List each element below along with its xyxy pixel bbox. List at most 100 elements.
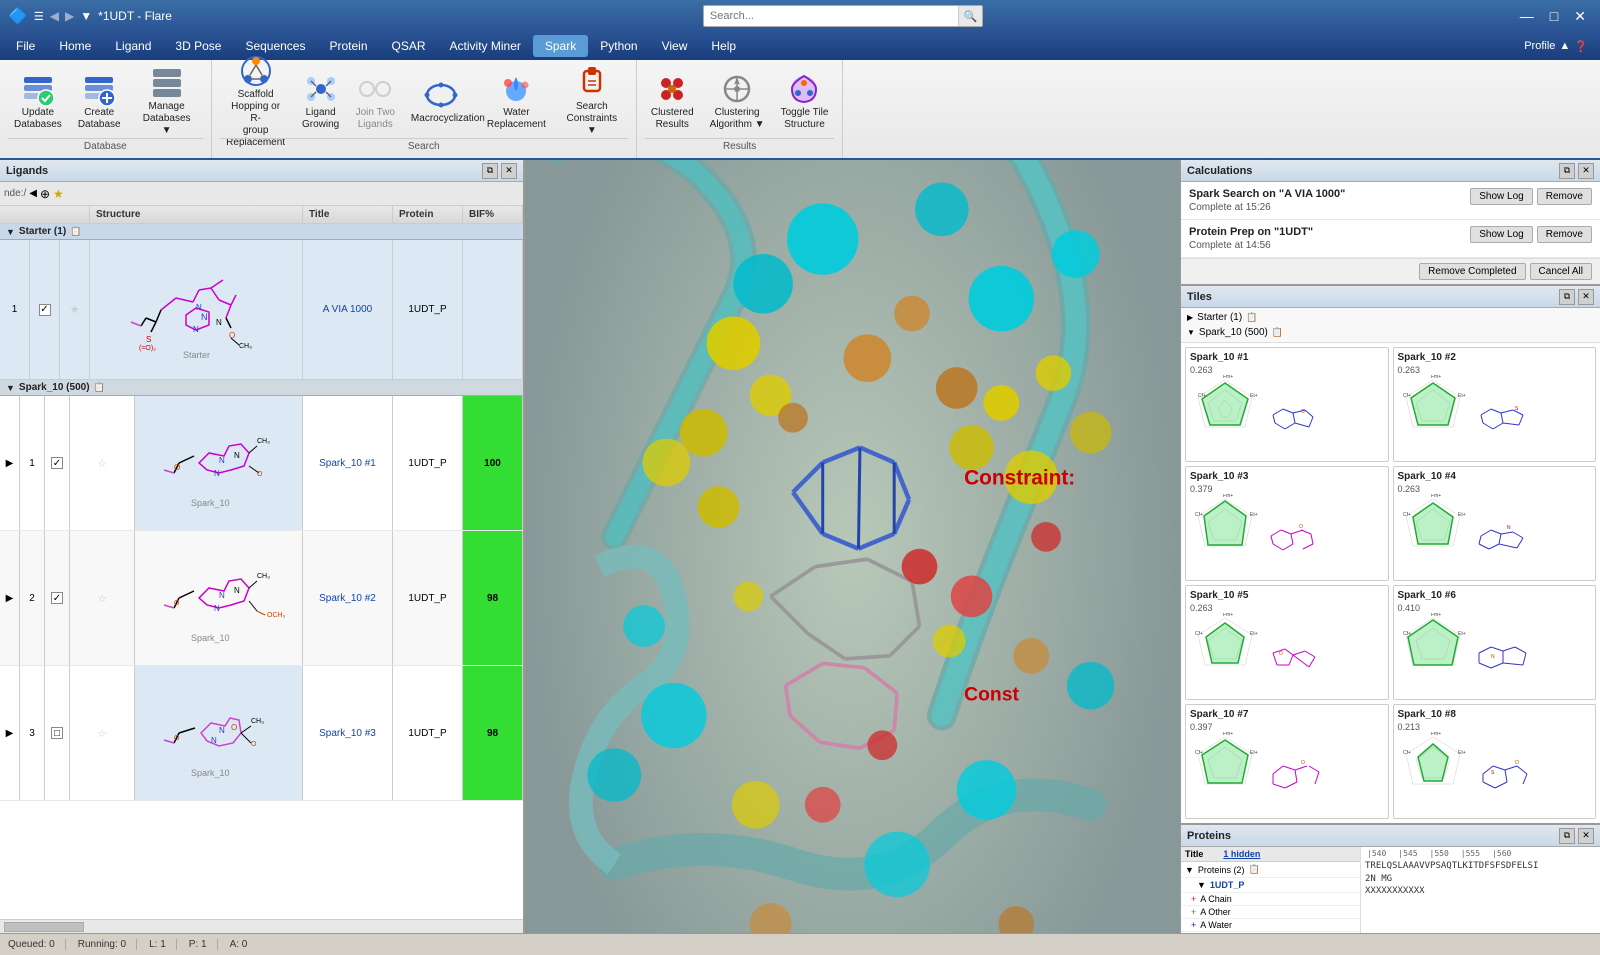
join-two-ligands-button[interactable]: Join TwoLigands [350, 65, 401, 137]
tiles-close-button[interactable]: ✕ [1578, 289, 1594, 305]
svg-text:O: O [1301, 409, 1305, 415]
global-search[interactable]: 🔍 [703, 5, 983, 27]
prot-hidden-link[interactable]: 1 hidden [1223, 849, 1260, 859]
hscroll-thumb[interactable] [4, 922, 84, 932]
scaffold-hopping-button[interactable]: Scaffold Hopping or R-group Replacement [220, 65, 292, 137]
search-input[interactable] [704, 10, 958, 22]
proteins-group-arrow[interactable]: ▼ [1185, 865, 1194, 875]
tree-starter-arrow[interactable]: ▶ [1187, 313, 1193, 322]
svg-text:Et+: Et+ [1250, 512, 1258, 518]
calc-float-button[interactable]: ⧉ [1559, 163, 1575, 179]
spark2-structure: N N N O CH₃ OCH₃ Spark_10 [135, 531, 303, 665]
tile-1[interactable]: Spark_10 #1 0.263 Fm+ Et+ Cf+ [1185, 347, 1389, 462]
nav-home[interactable]: ⊕ [40, 187, 50, 201]
protein-1udt-row: ▼ 1UDT_P [1181, 878, 1360, 893]
menu-spark[interactable]: Spark [533, 35, 588, 57]
row-check-starter[interactable]: ✓ [30, 240, 60, 379]
menu-protein[interactable]: Protein [317, 35, 379, 57]
menu-3dpose[interactable]: 3D Pose [163, 35, 233, 57]
3d-view[interactable]: Constraint: Const Clip: 0.6Å [525, 160, 1180, 933]
svg-text:Cf+: Cf+ [1403, 750, 1411, 756]
forward-btn[interactable]: ▶ [65, 9, 74, 23]
menu-qsar[interactable]: QSAR [380, 35, 438, 57]
calc2-remove[interactable]: Remove [1537, 226, 1592, 243]
tile-5[interactable]: Spark_10 #5 0.263 Fm+ Et+ Cf+ [1185, 585, 1389, 700]
col-structure: Structure [90, 206, 303, 223]
toggle-tile-button[interactable]: Toggle TileStructure [775, 65, 835, 137]
profile-help[interactable]: ❓ [1574, 40, 1588, 53]
tiles-float-button[interactable]: ⧉ [1559, 289, 1575, 305]
tree-spark-arrow[interactable]: ▼ [1187, 328, 1195, 337]
app-title: *1UDT - Flare [98, 9, 172, 23]
search-button[interactable]: 🔍 [958, 6, 982, 26]
proteins-close-button[interactable]: ✕ [1578, 828, 1594, 844]
spark-arrow[interactable]: ▼ [6, 383, 15, 393]
menu-home[interactable]: Home [47, 35, 103, 57]
tile-4[interactable]: Spark_10 #4 0.263 Fm+ Et+ Cf+ [1393, 466, 1597, 581]
menu-help[interactable]: Help [699, 35, 748, 57]
spark3-expand[interactable]: ▶ [0, 666, 20, 800]
menu-activity-miner[interactable]: Activity Miner [438, 35, 533, 57]
spark1-check[interactable]: ✓ [45, 396, 70, 530]
recent-btn[interactable]: ▼ [80, 9, 92, 23]
spark2-check[interactable]: ✓ [45, 531, 70, 665]
proteins-panel: Proteins ⧉ ✕ Title 1 hidden ▼ Proteins (… [1181, 823, 1600, 933]
tile2-score: 0.263 [1398, 365, 1592, 375]
water-replacement-button[interactable]: WaterReplacement [481, 65, 552, 137]
tile-2[interactable]: Spark_10 #2 0.263 Fm+ Et+ Cf+ [1393, 347, 1597, 462]
calc-close-button[interactable]: ✕ [1578, 163, 1594, 179]
menu-ligand[interactable]: Ligand [103, 35, 163, 57]
clustering-algorithm-button[interactable]: ClusteringAlgorithm ▼ [704, 65, 771, 137]
tile4-label: Spark_10 #4 [1398, 471, 1592, 482]
calc2-show-log[interactable]: Show Log [1470, 226, 1532, 243]
spark3-star[interactable]: ☆ [70, 666, 135, 800]
calc1-remove[interactable]: Remove [1537, 188, 1592, 205]
calc1-show-log[interactable]: Show Log [1470, 188, 1532, 205]
menu-file[interactable]: File [4, 35, 47, 57]
row-star-starter[interactable]: ★ [60, 240, 90, 379]
ligand-growing-button[interactable]: LigandGrowing [296, 65, 346, 137]
system-menu-btn[interactable]: ☰ [34, 10, 44, 23]
back-btn[interactable]: ◀ [50, 9, 59, 23]
search-constraints-icon [574, 65, 610, 101]
spark1-star[interactable]: ☆ [70, 396, 135, 530]
proteins-panel-header: Proteins ⧉ ✕ [1181, 825, 1600, 847]
create-database-button[interactable]: CreateDatabase [72, 65, 127, 137]
spark1-expand[interactable]: ▶ [0, 396, 20, 530]
spark2-star[interactable]: ☆ [70, 531, 135, 665]
svg-text:Et+: Et+ [1250, 631, 1258, 637]
tile-3[interactable]: Spark_10 #3 0.379 Fm+ Et+ Cf+ [1185, 466, 1389, 581]
search-constraints-label: SearchConstraints ▼ [562, 101, 622, 137]
tile-8[interactable]: Spark_10 #8 0.213 Fm+ Et+ Cf+ [1393, 704, 1597, 819]
cancel-all-button[interactable]: Cancel All [1530, 263, 1592, 280]
svg-text:O: O [1301, 760, 1305, 766]
nav-back[interactable]: ◀ [29, 188, 37, 199]
ligands-float-button[interactable]: ⧉ [482, 163, 498, 179]
macrocyclization-button[interactable]: Macrocyclization [405, 65, 477, 137]
spark3-check[interactable]: □ [45, 666, 70, 800]
proteins-float-button[interactable]: ⧉ [1559, 828, 1575, 844]
manage-databases-button[interactable]: ManageDatabases ▼ [131, 65, 203, 137]
starter-arrow[interactable]: ▼ [6, 227, 15, 237]
ligands-hscroll[interactable] [0, 919, 523, 933]
profile-menu[interactable]: Profile ▲ ❓ [1516, 36, 1596, 57]
tile-7[interactable]: Spark_10 #7 0.397 Fm+ Et+ Cf+ [1185, 704, 1389, 819]
search-group-label: Search [220, 138, 628, 154]
menu-view[interactable]: View [650, 35, 700, 57]
clustered-results-button[interactable]: ClusteredResults [645, 65, 700, 137]
spark2-expand[interactable]: ▶ [0, 531, 20, 665]
remove-completed-button[interactable]: Remove Completed [1419, 263, 1525, 280]
tile6-mol: N [1471, 633, 1536, 673]
menu-python[interactable]: Python [588, 35, 649, 57]
protein-1udt-arrow[interactable]: ▼ [1197, 880, 1206, 890]
tile-6[interactable]: Spark_10 #6 0.410 Fm+ Et+ Cf+ [1393, 585, 1597, 700]
maximize-button[interactable]: □ [1544, 6, 1564, 26]
fav-icon[interactable]: ★ [53, 187, 64, 201]
update-databases-button[interactable]: UpdateDatabases [8, 65, 68, 137]
svg-text:Et+: Et+ [1250, 750, 1258, 756]
close-button[interactable]: ✕ [1568, 6, 1592, 27]
minimize-button[interactable]: — [1514, 6, 1540, 26]
ligands-close-button[interactable]: ✕ [501, 163, 517, 179]
search-constraints-button[interactable]: SearchConstraints ▼ [556, 65, 628, 137]
svg-text:N: N [1507, 525, 1511, 531]
